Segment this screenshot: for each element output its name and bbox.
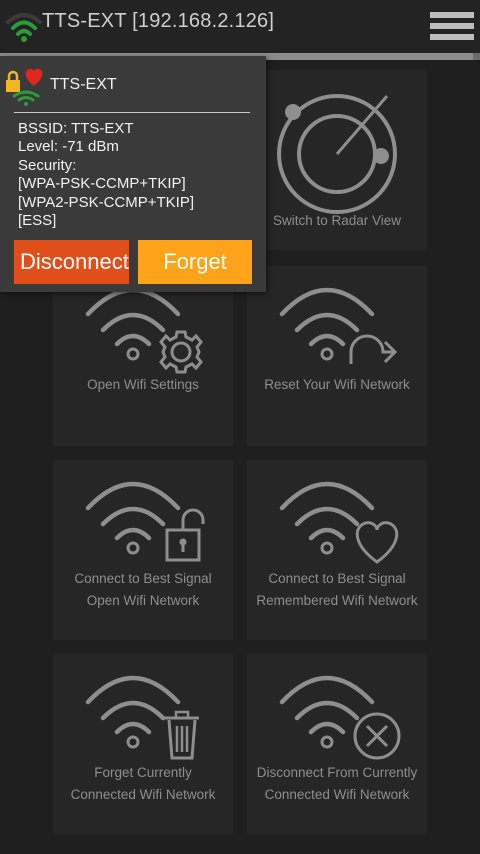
lock-icon [6,70,20,92]
wifi-gear-icon [85,287,203,374]
detail-line: [WPA-PSK-CCMP+TKIP] [18,175,186,193]
wifi-signal-icon [6,13,42,42]
tile-disconnect-connected[interactable]: Disconnect From Currently Connected Wifi… [247,654,427,834]
tile-reset-wifi-network[interactable]: Reset Your Wifi Network [247,266,427,446]
network-info-popup: TTS-EXT BSSID: TTS-EXT Level: -71 dBm Se… [0,56,266,292]
tile-label: Switch to Radar View [272,213,402,228]
wifi-x-icon [279,675,401,760]
tile-open-wifi-settings[interactable]: Open Wifi Settings [53,266,233,446]
tile-label: Reset Your Wifi Network [264,377,410,392]
heart-icon [25,68,43,86]
wifi-open-lock-icon [85,481,205,562]
app-bar: TTS-EXT [192.168.2.126] [0,0,480,60]
disconnect-button[interactable]: Disconnect [14,240,129,284]
hamburger-menu-button[interactable] [430,12,474,44]
tile-label: Open Wifi Settings [87,377,199,392]
menu-icon [430,12,474,18]
detail-line: [ESS] [18,212,57,230]
wifi-trash-icon [85,675,199,760]
detail-line: Level: -71 dBm [18,138,119,156]
tile-label: Forget Currently Connected Wifi Network [70,765,216,802]
tile-connect-best-remembered[interactable]: Connect to Best Signal Remembered Wifi N… [247,460,427,640]
tile-label: Disconnect From Currently Connected Wifi… [256,765,418,802]
wifi-reset-icon [279,287,398,364]
wifi-heart-icon [279,481,399,564]
detail-line: BSSID: TTS-EXT [18,120,134,137]
popup-network-name: TTS-EXT [50,76,117,93]
tile-label: Connect to Best Signal Remembered Wifi N… [256,571,418,608]
detail-line: Security: [18,156,77,174]
app-title: TTS-EXT [192.168.2.126] [42,10,275,32]
tile-connect-best-open[interactable]: Connect to Best Signal Open Wifi Network [53,460,233,640]
popup-divider [14,112,250,113]
forget-button[interactable]: Forget [138,240,252,284]
detail-line: [WPA2-PSK-CCMP+TKIP] [18,193,195,211]
network-details: BSSID: TTS-EXT Level: -71 dBm Security: … [18,120,194,230]
tile-forget-connected[interactable]: Forget Currently Connected Wifi Network [53,654,233,834]
tile-label: Connect to Best Signal Open Wifi Network [74,571,212,608]
network-status-icons [6,68,43,106]
wifi-signal-icon [12,90,40,106]
tile-radar-view[interactable]: Switch to Radar View [247,70,427,250]
